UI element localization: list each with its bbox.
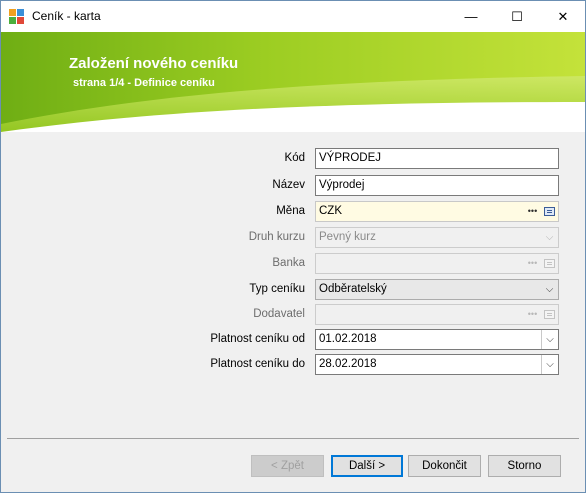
row-druh-kurzu: Druh kurzu Pevný kurz ⌵ bbox=[1, 227, 585, 249]
mena-card-button[interactable] bbox=[542, 204, 557, 219]
row-nazev: Název Výprodej bbox=[1, 175, 585, 197]
maximize-button[interactable]: ☐ bbox=[494, 1, 540, 32]
kod-value: VÝPRODEJ bbox=[319, 152, 381, 164]
banka-card-button bbox=[542, 256, 557, 271]
card-icon bbox=[544, 310, 555, 319]
mena-browse-button[interactable]: ••• bbox=[525, 204, 540, 219]
platnost-do-label: Platnost ceníku do bbox=[210, 358, 305, 370]
typ-ceniku-value: Odběratelský bbox=[319, 283, 387, 295]
banner-title: Založení nového ceníku bbox=[69, 55, 239, 72]
kod-label: Kód bbox=[284, 152, 305, 164]
dodavatel-card-button bbox=[542, 307, 557, 322]
row-kod: Kód VÝPRODEJ bbox=[1, 148, 585, 170]
finish-button[interactable]: Dokončit bbox=[408, 455, 481, 477]
platnost-od-date[interactable]: 01.02.2018 ⌵ bbox=[315, 329, 559, 350]
nazev-input[interactable]: Výprodej bbox=[315, 175, 559, 196]
row-dodavatel: Dodavatel ••• bbox=[1, 304, 585, 326]
platnost-od-label: Platnost ceníku od bbox=[210, 333, 305, 345]
nazev-value: Výprodej bbox=[319, 179, 365, 191]
chevron-down-icon[interactable]: ⌵ bbox=[541, 355, 558, 374]
next-button[interactable]: Další > bbox=[331, 455, 403, 477]
typ-ceniku-select[interactable]: Odběratelský ⌵ bbox=[315, 279, 559, 300]
row-typ-ceniku: Typ ceníku Odběratelský ⌵ bbox=[1, 279, 585, 301]
cancel-button[interactable]: Storno bbox=[488, 455, 561, 477]
banka-browse-button: ••• bbox=[527, 258, 538, 268]
title-bar: Ceník - karta — ☐ ✕ bbox=[1, 1, 585, 32]
mena-value: CZK bbox=[319, 205, 342, 217]
app-icon bbox=[9, 9, 25, 25]
chevron-down-icon: ⌵ bbox=[545, 284, 554, 295]
close-button[interactable]: ✕ bbox=[540, 1, 586, 32]
maximize-icon: ☐ bbox=[511, 8, 523, 24]
druh-kurzu-label: Druh kurzu bbox=[248, 231, 305, 243]
wizard-footer: < Zpět Další > Dokončit Storno bbox=[1, 439, 585, 492]
kod-input[interactable]: VÝPRODEJ bbox=[315, 148, 559, 169]
mena-input[interactable]: CZK ••• bbox=[315, 201, 559, 222]
chevron-down-icon[interactable]: ⌵ bbox=[541, 330, 558, 349]
card-icon bbox=[544, 207, 555, 216]
platnost-od-value: 01.02.2018 bbox=[319, 333, 377, 345]
platnost-do-value: 28.02.2018 bbox=[319, 358, 377, 370]
wizard-banner: Založení nového ceníku strana 1/4 - Defi… bbox=[1, 32, 585, 132]
card-icon bbox=[544, 259, 555, 268]
dodavatel-input: ••• bbox=[315, 304, 559, 325]
back-button[interactable]: < Zpět bbox=[251, 455, 324, 477]
dodavatel-label: Dodavatel bbox=[253, 308, 305, 320]
close-icon: ✕ bbox=[557, 8, 569, 24]
druh-kurzu-value: Pevný kurz bbox=[319, 231, 376, 243]
mena-label: Měna bbox=[276, 205, 305, 217]
cenik-window: Ceník - karta — ☐ ✕ Založení nového cení… bbox=[0, 0, 586, 493]
form-area: Kód VÝPRODEJ Název Výprodej Měna CZK •••… bbox=[1, 132, 585, 438]
row-mena: Měna CZK ••• bbox=[1, 201, 585, 223]
dodavatel-browse-button: ••• bbox=[527, 309, 538, 319]
platnost-do-date[interactable]: 28.02.2018 ⌵ bbox=[315, 354, 559, 375]
window-title: Ceník - karta bbox=[32, 9, 101, 23]
chevron-down-icon: ⌵ bbox=[545, 232, 554, 243]
banka-input: ••• bbox=[315, 253, 559, 274]
druh-kurzu-select: Pevný kurz ⌵ bbox=[315, 227, 559, 248]
row-platnost-od: Platnost ceníku od 01.02.2018 ⌵ bbox=[1, 329, 585, 351]
row-banka: Banka ••• bbox=[1, 253, 585, 275]
banner-subtitle: strana 1/4 - Definice ceníku bbox=[73, 77, 215, 89]
minimize-button[interactable]: — bbox=[448, 1, 494, 32]
typ-ceniku-label: Typ ceníku bbox=[249, 283, 305, 295]
minimize-icon: — bbox=[464, 9, 478, 24]
nazev-label: Název bbox=[272, 179, 305, 191]
row-platnost-do: Platnost ceníku do 28.02.2018 ⌵ bbox=[1, 354, 585, 376]
banka-label: Banka bbox=[272, 257, 305, 269]
